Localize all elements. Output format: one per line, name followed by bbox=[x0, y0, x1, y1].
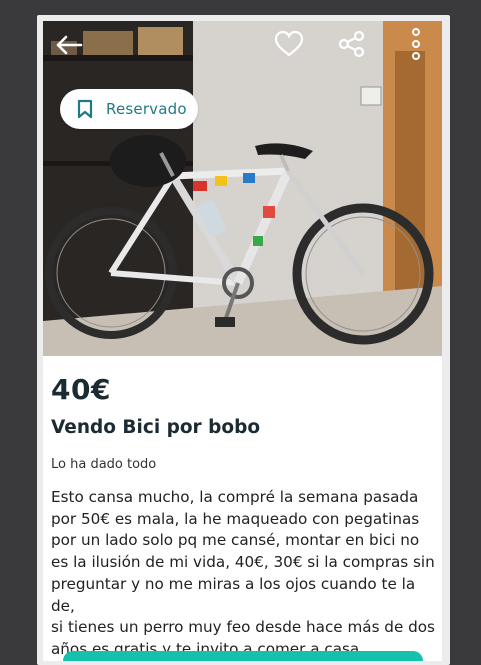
more-vertical-icon bbox=[412, 28, 420, 60]
listing-screen: Reservado 40€ Vendo Bici por bobo Lo ha … bbox=[43, 21, 442, 661]
back-button[interactable] bbox=[51, 27, 87, 63]
share-icon bbox=[338, 30, 365, 58]
listing-title: Vendo Bici por bobo bbox=[51, 417, 261, 438]
item-condition: Lo ha dado todo bbox=[51, 457, 157, 472]
bike-photo-illustration bbox=[43, 21, 442, 356]
price: 40€ bbox=[51, 373, 111, 406]
listing-description: Esto cansa mucho, la compré la semana pa… bbox=[51, 488, 435, 658]
reserved-badge: Reservado bbox=[60, 89, 198, 129]
product-photo[interactable]: Reservado bbox=[43, 21, 442, 356]
share-button[interactable] bbox=[334, 26, 370, 62]
bookmark-icon bbox=[74, 98, 96, 120]
more-options-button[interactable] bbox=[398, 26, 434, 62]
heart-icon bbox=[274, 30, 304, 57]
favorite-button[interactable] bbox=[271, 26, 307, 62]
reserved-label: Reservado bbox=[106, 100, 187, 118]
arrow-left-icon bbox=[56, 35, 83, 55]
